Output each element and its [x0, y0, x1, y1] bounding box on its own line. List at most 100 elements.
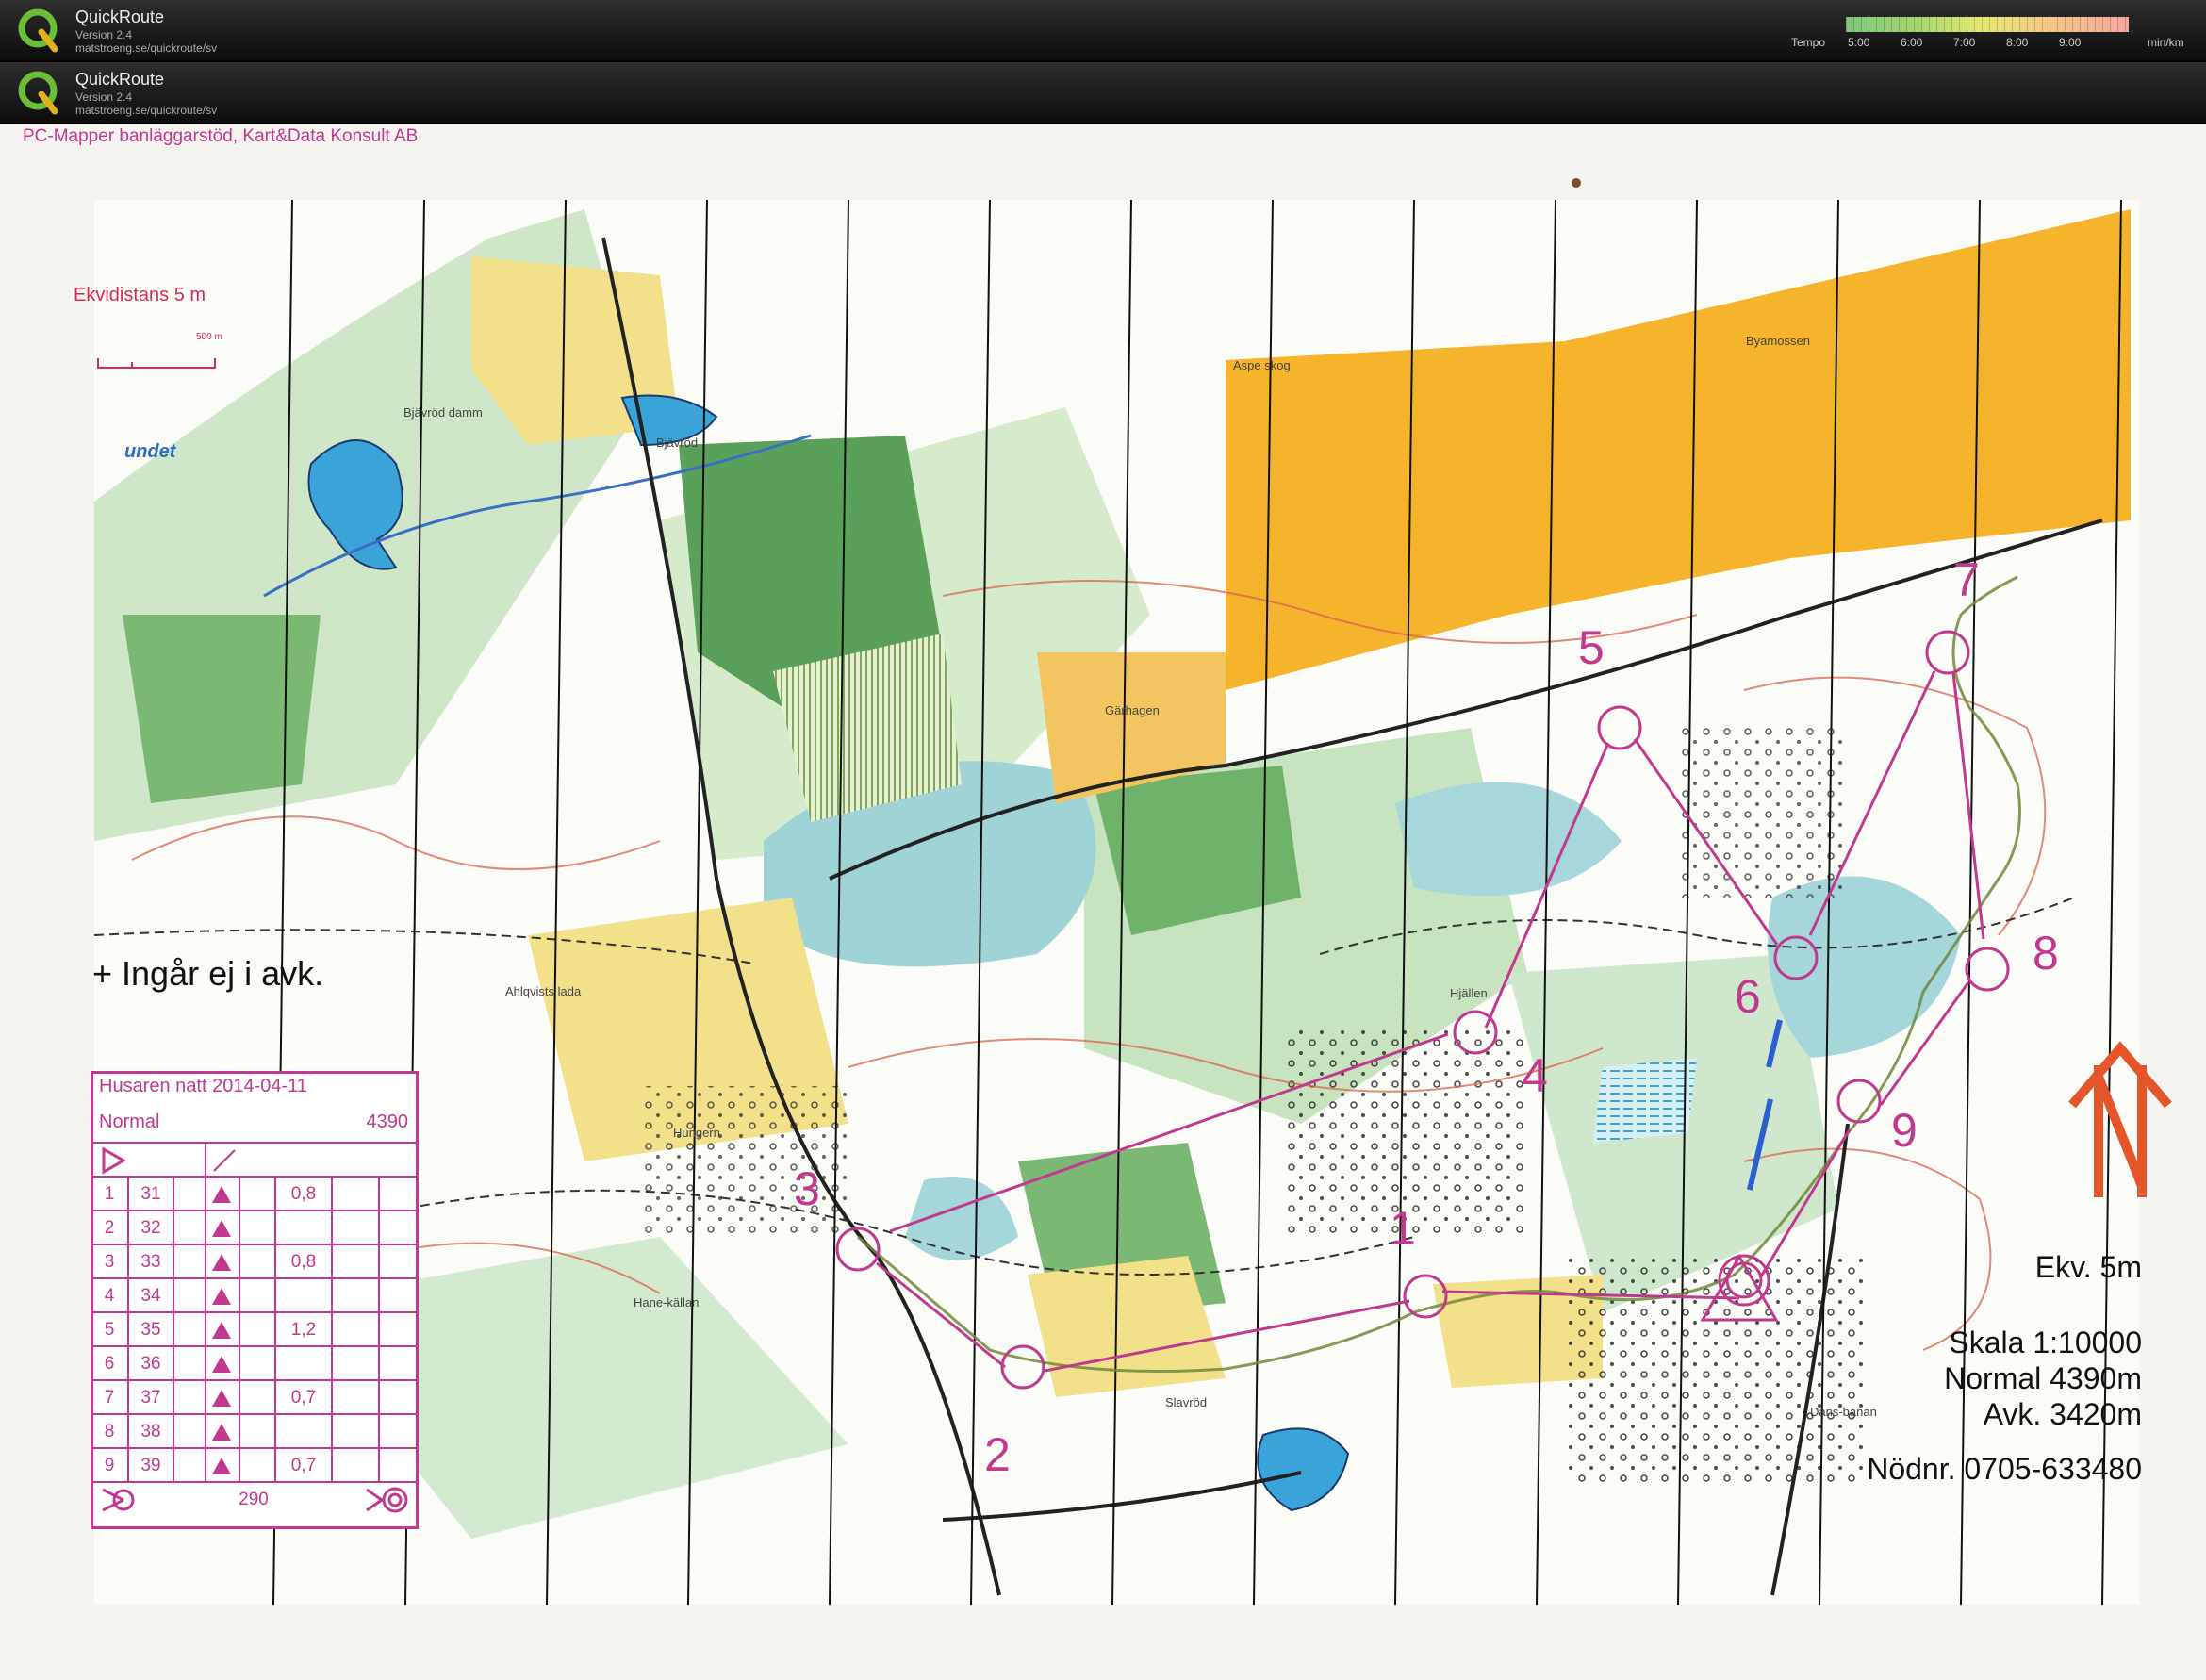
- app-name: QuickRoute: [75, 70, 165, 89]
- quickroute-logo-icon: [18, 71, 58, 115]
- finish-to-icon: [366, 1487, 408, 1513]
- place-name: Hjällen: [1450, 986, 1488, 1000]
- control-seq: 8: [104, 1422, 115, 1441]
- control-code: 37: [140, 1388, 161, 1408]
- emergency-number: Nödnr. 0705-633480: [1867, 1452, 2142, 1486]
- place-name: Hane-källan: [634, 1295, 700, 1309]
- paper-speck: [1572, 178, 1581, 188]
- tempo-label: Tempo: [1791, 36, 1826, 49]
- control-row: 7 37 0,7: [93, 1379, 416, 1415]
- control-dimension: 0,8: [290, 1184, 317, 1204]
- control-code: 36: [140, 1354, 161, 1374]
- control-number-1: 1: [1390, 1202, 1416, 1255]
- control-row: 9 39 0,7: [93, 1447, 416, 1483]
- control-number-9: 9: [1891, 1104, 1918, 1157]
- feature-symbol-icon: [212, 1356, 231, 1373]
- excluded-note: + Ingår ej i avk.: [92, 954, 324, 993]
- control-seq: 4: [104, 1286, 115, 1306]
- place-name: Byamossen: [1746, 334, 1810, 348]
- boulder-field: [1678, 728, 1848, 898]
- feature-symbol-icon: [212, 1220, 231, 1237]
- avk-length-info: Avk. 3420m: [1983, 1397, 2142, 1431]
- control-seq: 3: [104, 1252, 115, 1272]
- water-label: undet: [124, 441, 176, 462]
- app-name: QuickRoute: [75, 8, 165, 26]
- place-name: Bjävröd: [656, 436, 699, 450]
- finish-from-icon: [102, 1488, 135, 1512]
- place-name: Gärhagen: [1105, 703, 1160, 717]
- control-dimension: 1,2: [290, 1320, 317, 1340]
- scale-info: Skala 1:10000: [1949, 1326, 2142, 1359]
- control-dimension: [276, 1347, 331, 1381]
- place-name: Dans-banan: [1810, 1405, 1877, 1419]
- app-url[interactable]: matstroeng.se/quickroute/sv: [75, 41, 217, 55]
- feature-symbol-icon: [212, 1390, 231, 1407]
- course-length: 4390: [366, 1112, 409, 1132]
- control-code: 31: [140, 1184, 161, 1204]
- tempo-color-scale: [1846, 17, 2129, 32]
- feature-symbol-icon: [212, 1322, 231, 1339]
- control-row: 6 36: [93, 1345, 416, 1381]
- control-seq: 5: [104, 1320, 115, 1340]
- start-slash-icon: [213, 1149, 236, 1172]
- place-name: Ahlqvists lada: [505, 984, 582, 998]
- feature-symbol-icon: [212, 1186, 231, 1203]
- tempo-tick: 8:00: [2006, 36, 2029, 49]
- tempo-tick: 5:00: [1848, 36, 1870, 49]
- control-dimension: [276, 1211, 331, 1245]
- scalebar-label: 500 m: [196, 332, 222, 342]
- marsh-area: [1593, 1058, 1697, 1143]
- control-row: 4 34: [93, 1277, 416, 1313]
- control-seq: 9: [104, 1456, 115, 1475]
- control-dimension: [276, 1415, 331, 1449]
- app-version: Version 2.4: [75, 91, 133, 104]
- feature-symbol-icon: [212, 1288, 231, 1305]
- app-url[interactable]: matstroeng.se/quickroute/sv: [75, 104, 217, 117]
- control-row: 5 35 1,2: [93, 1311, 416, 1347]
- control-number-3: 3: [794, 1162, 820, 1215]
- feature-symbol-icon: [212, 1458, 231, 1474]
- tempo-unit: min/km: [2148, 36, 2184, 49]
- control-row: 2 32: [93, 1210, 416, 1245]
- quickroute-titlebar-secondary: QuickRoute Version 2.4 matstroeng.se/qui…: [0, 62, 2206, 124]
- control-number-5: 5: [1578, 621, 1605, 674]
- control-number-2: 2: [984, 1428, 1011, 1481]
- control-dimension: 0,8: [290, 1252, 317, 1272]
- control-seq: 1: [104, 1184, 115, 1204]
- control-code: 38: [140, 1422, 161, 1441]
- equidistance-label: Ekvidistans 5 m: [74, 285, 206, 305]
- start-row: [93, 1142, 416, 1178]
- orienteering-map[interactable]: PC-Mapper banläggarstöd, Kart&Data Konsu…: [0, 124, 2206, 1680]
- control-description-table: Husaren natt 2014-04-11 Normal 4390 1 31 0…: [91, 1071, 419, 1529]
- control-row: 3 33 0,8: [93, 1244, 416, 1279]
- control-row: 8 38: [93, 1413, 416, 1449]
- feature-symbol-icon: [212, 1254, 231, 1271]
- quickroute-titlebar: QuickRoute Version 2.4 matstroeng.se/qui…: [0, 0, 2206, 62]
- control-number-6: 6: [1735, 970, 1761, 1023]
- control-number-8: 8: [2033, 927, 2059, 980]
- control-dimension: 0,7: [290, 1388, 317, 1408]
- control-dimension: 0,7: [290, 1456, 317, 1475]
- tempo-tick: 6:00: [1901, 36, 1923, 49]
- control-seq: 6: [104, 1354, 115, 1374]
- place-name: Slavröd: [1165, 1395, 1208, 1409]
- control-row: 1 31 0,8: [93, 1176, 416, 1211]
- place-name: Hungern: [673, 1126, 720, 1140]
- tempo-legend: Tempo 5:00 6:00 7:00 8:00 9:00 min/km: [1791, 15, 2206, 53]
- quickroute-logo-icon: [18, 8, 58, 53]
- start-triangle-icon: [102, 1146, 127, 1175]
- control-code: 34: [140, 1286, 161, 1306]
- tempo-tick: 7:00: [1953, 36, 1976, 49]
- dense-forest: [123, 615, 321, 803]
- normal-length-info: Normal 4390m: [1944, 1361, 2142, 1395]
- control-seq: 7: [104, 1388, 115, 1408]
- finish-row: 290: [93, 1481, 416, 1517]
- finish-distance: 290: [239, 1490, 269, 1509]
- map-credit: PC-Mapper banläggarstöd, Kart&Data Konsu…: [23, 126, 419, 146]
- app-version: Version 2.4: [75, 28, 133, 41]
- feature-symbol-icon: [212, 1424, 231, 1441]
- control-number-4: 4: [1522, 1049, 1548, 1102]
- control-code: 32: [140, 1218, 161, 1238]
- control-code: 39: [140, 1456, 161, 1475]
- control-code: 35: [140, 1320, 161, 1340]
